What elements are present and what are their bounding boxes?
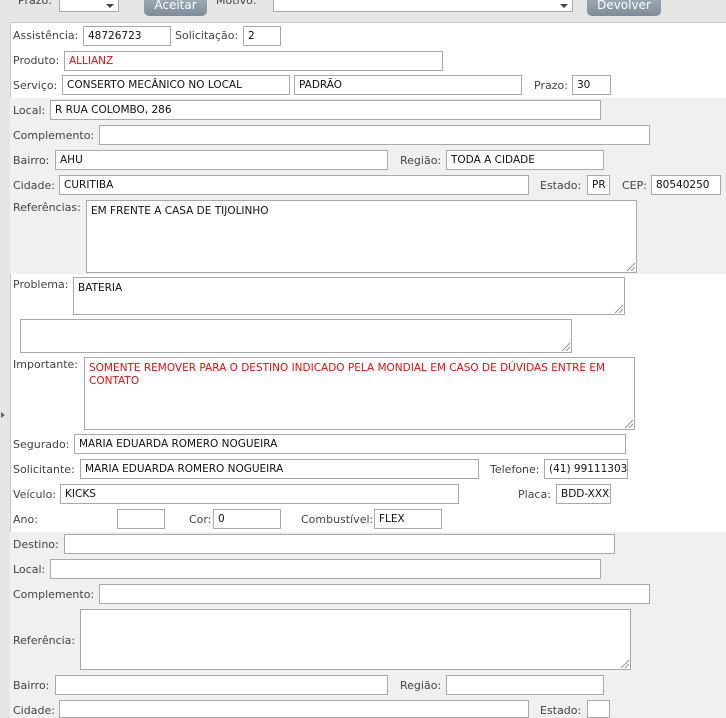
telefone-field[interactable]: (41) 991113032: [544, 459, 628, 479]
problema-text: BATERIA: [78, 282, 123, 294]
referencias-label: Referências:: [13, 201, 81, 214]
problema-label: Problema:: [13, 278, 69, 291]
cidade-field[interactable]: CURITIBA: [59, 175, 529, 195]
devolver-button[interactable]: Devolver: [587, 0, 661, 16]
destino-complemento-label: Complemento:: [13, 588, 95, 601]
chevron-down-icon: [560, 4, 568, 8]
chevron-down-icon: [106, 4, 114, 8]
referencias-textarea[interactable]: EM FRENTE A CASA DE TIJOLINHO: [86, 200, 637, 273]
segurado-label: Segurado:: [13, 438, 70, 451]
prazo-form-label: Prazo:: [534, 79, 568, 92]
ano-field[interactable]: [117, 509, 165, 529]
complemento-field[interactable]: [99, 125, 650, 145]
solicitante-field[interactable]: MARIA EDUARDA ROMERO NOGUEIRA: [80, 459, 479, 479]
combustivel-field[interactable]: FLEX: [374, 509, 442, 529]
regiao-label: Região:: [400, 154, 442, 167]
problema-textarea[interactable]: BATERIA: [73, 277, 625, 315]
segurado-field[interactable]: MARIA EDUARDA ROMERO NOGUEIRA: [74, 434, 626, 454]
combustivel-label: Combustível:: [301, 513, 374, 526]
ano-label: Ano:: [13, 513, 38, 526]
destino-complemento-field[interactable]: [99, 584, 650, 604]
cor-field[interactable]: 0: [213, 509, 281, 529]
cidade-label: Cidade:: [13, 179, 55, 192]
servico-label: Serviço:: [13, 79, 58, 92]
destino-bairro-label: Bairro:: [13, 679, 50, 692]
complemento-label: Complemento:: [13, 129, 95, 142]
destino-cidade-field[interactable]: [59, 700, 529, 718]
cep-label: CEP:: [622, 179, 647, 192]
destino-estado-label: Estado:: [540, 704, 582, 717]
estado-field[interactable]: PR: [587, 175, 610, 195]
placa-label: Placa:: [518, 488, 551, 501]
destino-referencia-textarea[interactable]: [80, 609, 631, 670]
solicitante-label: Solicitante:: [13, 463, 75, 476]
assistencia-field[interactable]: 48726723: [83, 26, 171, 46]
destino-estado-field[interactable]: [587, 700, 610, 718]
destino-regiao-label: Região:: [400, 679, 442, 692]
telefone-label: Telefone:: [490, 463, 540, 476]
estado-label: Estado:: [540, 179, 582, 192]
destino-label: Destino:: [13, 538, 59, 551]
prazo-field[interactable]: 30: [572, 75, 611, 95]
solicitacao-label: Solicitação:: [175, 29, 239, 42]
destino-local-label: Local:: [13, 563, 46, 576]
produto-field[interactable]: ALLIANZ: [64, 51, 443, 71]
destino-cidade-label: Cidade:: [13, 704, 55, 717]
motivo-label: Motivo:: [216, 0, 257, 7]
servico-field[interactable]: CONSERTO MECÂNICO NO LOCAL: [62, 75, 290, 95]
importante-label: Importante:: [13, 358, 79, 371]
resize-grip-icon[interactable]: [621, 660, 629, 668]
problema-extra-textarea[interactable]: [20, 319, 572, 353]
local-field[interactable]: R RUA COLOMBO, 286: [50, 100, 601, 120]
importante-textarea[interactable]: SOMENTE REMOVER PARA O DESTINO INDICADO …: [84, 357, 635, 430]
assistencia-label: Assistência:: [13, 29, 79, 42]
resize-grip-icon[interactable]: [627, 263, 635, 271]
cep-field[interactable]: 80540250: [651, 175, 721, 195]
chevron-right-icon[interactable]: [1, 412, 5, 418]
cor-label: Cor:: [189, 513, 212, 526]
bairro-field[interactable]: AHU: [55, 150, 388, 170]
veiculo-label: Veículo:: [13, 488, 57, 501]
destino-bairro-field[interactable]: [55, 675, 388, 695]
resize-grip-icon[interactable]: [615, 305, 623, 313]
motivo-select[interactable]: [273, 0, 573, 12]
destino-referencia-label: Referência:: [13, 634, 76, 647]
prazo-label: Prazo:: [18, 0, 52, 7]
destino-local-field[interactable]: [50, 559, 601, 579]
prazo-select[interactable]: [59, 0, 119, 12]
importante-text: SOMENTE REMOVER PARA O DESTINO INDICADO …: [89, 362, 606, 387]
resize-grip-icon[interactable]: [625, 420, 633, 428]
local-label: Local:: [13, 104, 46, 117]
aceitar-button[interactable]: Aceitar: [144, 0, 207, 16]
regiao-field[interactable]: TODA A CIDADE: [446, 150, 604, 170]
referencias-text: EM FRENTE A CASA DE TIJOLINHO: [91, 205, 269, 217]
servico-tipo-field[interactable]: PADRÃO: [294, 75, 522, 95]
solicitacao-field[interactable]: 2: [243, 26, 281, 46]
destino-field[interactable]: [64, 534, 615, 554]
veiculo-field[interactable]: KICKS: [60, 484, 459, 504]
placa-field[interactable]: BDD-XXXX: [556, 484, 611, 504]
resize-grip-icon[interactable]: [562, 343, 570, 351]
bairro-label: Bairro:: [13, 154, 50, 167]
produto-label: Produto:: [13, 54, 60, 67]
destino-regiao-field[interactable]: [446, 675, 604, 695]
